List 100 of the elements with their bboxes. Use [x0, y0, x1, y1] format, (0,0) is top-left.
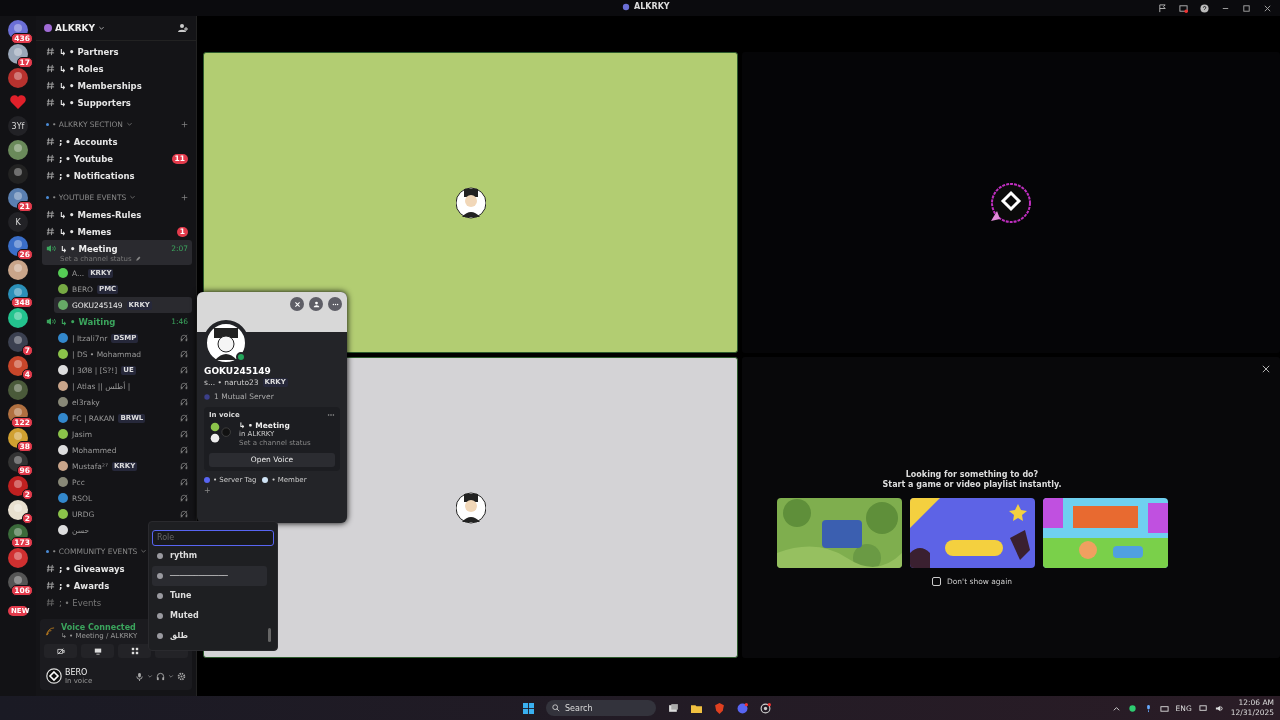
role-dot — [157, 572, 163, 579]
chevron-icon[interactable] — [98, 24, 106, 32]
close-icon[interactable] — [1263, 3, 1272, 13]
activities-heading: Looking for something to do? — [905, 469, 1039, 480]
avatar — [46, 668, 62, 684]
video-tile[interactable] — [742, 52, 1280, 353]
server-name[interactable]: ALKRKY — [55, 23, 96, 33]
server-icon — [44, 24, 52, 32]
network-icon[interactable] — [1198, 703, 1208, 713]
channel-name: ↳ • Waiting — [60, 316, 116, 327]
activities-button[interactable] — [118, 644, 151, 658]
channel-name: ↳ • Meeting — [60, 243, 118, 254]
server-icon[interactable] — [8, 236, 28, 256]
speaker-icon — [46, 244, 56, 253]
status-dot-icon[interactable] — [1127, 703, 1137, 713]
role-option[interactable]: rythm — [152, 545, 267, 566]
channel-name[interactable]: ; • Youtube — [59, 153, 113, 164]
add-role-button[interactable]: + — [204, 485, 211, 495]
server-icon[interactable] — [8, 500, 28, 520]
keyboard-icon[interactable] — [1159, 703, 1169, 713]
server-icon[interactable] — [8, 380, 28, 400]
task-view-icon[interactable] — [668, 702, 679, 714]
server-icon[interactable] — [8, 188, 28, 208]
pencil-icon[interactable] — [134, 256, 141, 262]
channel-name[interactable]: ↳ • Memes-Rules — [59, 209, 142, 220]
server-icon[interactable]: 3Yf — [8, 116, 28, 136]
role-dot — [157, 612, 163, 619]
volume-icon[interactable] — [1214, 703, 1224, 713]
channel-name[interactable]: ↳ • Memberships — [59, 80, 142, 91]
server-icon — [204, 393, 210, 400]
role-dot — [157, 552, 163, 559]
role-option[interactable]: ──────────── — [152, 565, 267, 586]
dot-icon — [46, 122, 49, 126]
server-icon[interactable] — [8, 356, 28, 376]
maximize-icon[interactable] — [1242, 3, 1251, 13]
role-dot — [157, 592, 163, 599]
server-icon[interactable] — [8, 428, 28, 448]
chevron-icon[interactable] — [168, 673, 174, 679]
server-icon[interactable] — [8, 332, 28, 352]
display-name: GOKU245149 — [204, 366, 272, 376]
server-icon[interactable] — [8, 140, 28, 160]
dot-icon — [46, 549, 49, 553]
heart-icon[interactable] — [8, 92, 28, 112]
role-search-field[interactable]: Role — [152, 529, 274, 546]
avatars-drawing — [209, 421, 233, 445]
channel-name[interactable]: ↳ • Roles — [59, 63, 104, 74]
more-icon[interactable] — [327, 413, 335, 417]
channel-name[interactable]: ↳ • Memes — [59, 226, 112, 237]
channel-name[interactable]: ; • Awards — [59, 580, 110, 591]
x-icon — [293, 300, 301, 308]
person-icon — [312, 300, 320, 308]
camera-off-icon — [56, 647, 65, 655]
server-icon[interactable] — [8, 308, 28, 328]
windows-icon[interactable] — [523, 702, 534, 714]
server-icon[interactable] — [8, 548, 28, 568]
role-option[interactable]: Tune — [152, 585, 267, 606]
server-icon — [622, 2, 630, 11]
shield-icon[interactable] — [714, 702, 725, 714]
window-title: ALKRKY — [634, 2, 670, 11]
role-dot — [157, 632, 163, 639]
avatar — [989, 180, 1033, 225]
channel-name[interactable]: ; • Notifications — [59, 170, 135, 181]
search-field[interactable]: Search — [546, 700, 656, 716]
add-person-icon[interactable] — [178, 23, 188, 33]
person-button[interactable] — [309, 297, 323, 311]
channel-name[interactable]: ; • Accounts — [59, 136, 118, 147]
channel-name[interactable]: ↳ • Partners — [59, 46, 119, 57]
plus-icon[interactable] — [181, 120, 188, 128]
server-icon[interactable] — [8, 452, 28, 472]
camera-button[interactable] — [44, 644, 77, 658]
folder-icon[interactable] — [691, 702, 702, 714]
server-icon[interactable]: K — [8, 212, 28, 232]
role-option[interactable]: Muted — [152, 605, 267, 626]
user-name: BERO — [65, 667, 89, 677]
flag-icon[interactable] — [1158, 3, 1167, 13]
screen-icon[interactable] — [1179, 3, 1188, 13]
channel-name[interactable]: ; • Events — [59, 597, 102, 608]
discord-icon[interactable] — [737, 702, 748, 714]
video-tile[interactable] — [203, 52, 738, 353]
headphones-icon[interactable] — [156, 671, 165, 681]
server-icon[interactable] — [8, 476, 28, 496]
connection-status: Voice Connected — [61, 623, 137, 632]
more-button[interactable] — [328, 297, 342, 311]
x-button[interactable] — [290, 297, 304, 311]
channel-name[interactable]: ↳ • Supporters — [59, 97, 131, 108]
close-icon[interactable] — [1262, 365, 1270, 373]
microphone-icon[interactable] — [135, 671, 144, 681]
server-icon[interactable] — [8, 68, 28, 88]
settings-icon[interactable] — [177, 671, 186, 681]
screen-share-button[interactable] — [81, 644, 114, 658]
search-icon — [552, 704, 560, 712]
channel-name[interactable]: ; • Giveaways — [59, 563, 125, 574]
role-option[interactable]: طلق — [152, 625, 267, 646]
server-icon[interactable] — [8, 260, 28, 280]
chevron-icon[interactable] — [147, 673, 153, 679]
checkbox[interactable] — [931, 576, 941, 586]
plus-icon[interactable] — [181, 193, 188, 201]
grid-icon — [130, 647, 139, 655]
help-icon[interactable] — [1200, 3, 1209, 13]
chrome-icon[interactable] — [760, 702, 771, 714]
